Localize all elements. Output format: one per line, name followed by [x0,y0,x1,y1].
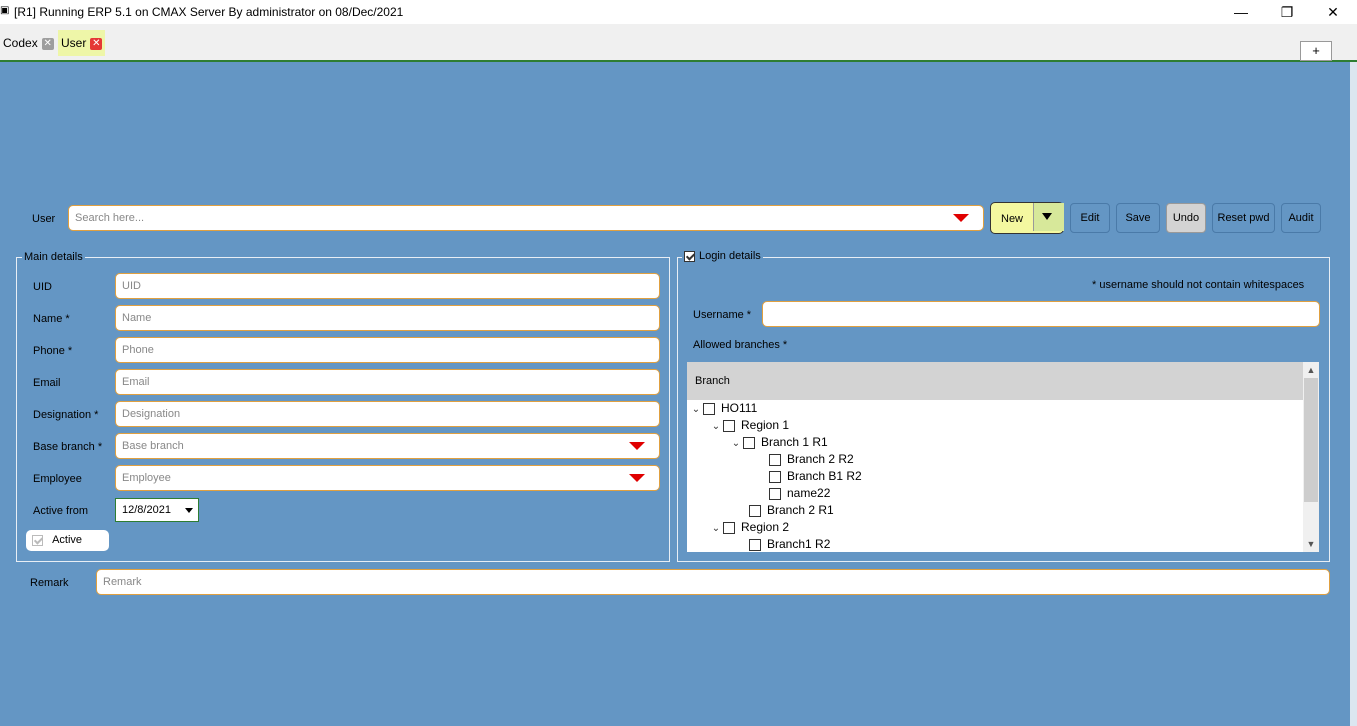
designation-input[interactable]: Designation [115,401,660,427]
tab-codex[interactable]: Codex ✕ [0,30,57,56]
tab-label: User [61,36,87,50]
tree-node-branch-2-r2[interactable]: Branch 2 R2 [769,451,854,468]
user-label: User [32,213,56,225]
close-tab-icon[interactable]: ✕ [41,37,54,50]
username-label: Username * [693,309,752,321]
designation-label: Designation * [33,409,99,421]
app-icon: ▣ [0,5,10,16]
tree-node-branch-1-r1[interactable]: ⌄ Branch 1 R1 [729,434,828,451]
scrollbar-thumb[interactable] [1304,378,1318,502]
dropdown-arrow-icon[interactable] [629,474,645,482]
user-search-input[interactable]: Search here... [68,205,984,231]
checkbox-icon[interactable] [769,487,781,500]
chevron-down-icon[interactable]: ⌄ [689,401,703,418]
tab-user[interactable]: User ✕ [58,30,106,56]
dropdown-arrow-icon[interactable] [629,442,645,450]
dropdown-arrow-icon[interactable] [953,214,969,222]
checkbox-icon[interactable] [749,538,761,551]
email-input[interactable]: Email [115,369,660,395]
active-from-label: Active from [33,505,89,517]
minimize-button[interactable]: — [1218,2,1264,22]
close-window-button[interactable]: ✕ [1310,2,1356,22]
checkbox-icon[interactable] [32,534,43,546]
branch-tree[interactable]: Branch ⌄ HO111 ⌄ Region 1 ⌄ Branch 1 R1 Bra… [687,362,1319,552]
phone-label: Phone * [33,345,73,357]
scroll-down-icon[interactable]: ▼ [1303,536,1319,552]
checkbox-icon[interactable] [723,521,735,534]
tree-node-branch-b1-r2[interactable]: Branch B1 R2 [769,468,862,485]
uid-label: UID [33,281,52,293]
add-tab-button[interactable]: + [1300,41,1332,61]
chevron-down-icon[interactable] [185,508,193,513]
tree-node-name22[interactable]: name22 [769,485,830,502]
login-details-checkbox[interactable] [684,250,695,262]
tree-scrollbar[interactable]: ▲ ▼ [1303,362,1319,552]
main-details-legend: Main details [22,251,85,263]
maximize-button[interactable]: ❐ [1264,2,1310,22]
checkbox-icon[interactable] [703,402,715,415]
username-note: * username should not contain whitespace… [1092,279,1305,291]
new-button[interactable]: New [990,202,1064,234]
tree-node-ho111[interactable]: ⌄ HO111 [689,400,757,417]
name-input[interactable]: Name [115,305,660,331]
title-bar: ▣ [R1] Running ERP 5.1 on CMAX Server By… [0,0,1357,24]
tree-node-branch-2-r1[interactable]: Branch 2 R1 [749,502,834,519]
undo-button[interactable]: Undo [1166,203,1206,233]
audit-button[interactable]: Audit [1281,203,1321,233]
chevron-down-icon[interactable] [1042,213,1052,220]
base-branch-select[interactable]: Base branch [115,433,660,459]
checkbox-icon[interactable] [749,504,761,517]
name-label: Name * [33,313,70,325]
page-scrollbar[interactable] [1350,62,1357,726]
username-input[interactable] [762,301,1320,327]
scroll-up-icon[interactable]: ▲ [1303,362,1319,378]
active-checkbox[interactable]: Active [26,530,109,551]
email-label: Email [33,377,61,389]
tree-node-branch1-r2[interactable]: Branch1 R2 [749,536,830,552]
active-from-date-picker[interactable]: 12/8/2021 [115,498,199,522]
window-title: [R1] Running ERP 5.1 on CMAX Server By a… [14,5,404,19]
chevron-down-icon[interactable]: ⌄ [709,418,723,435]
tab-strip: Codex ✕ User ✕ + [0,24,1357,62]
login-details-legend[interactable]: Login details [682,250,763,262]
save-button[interactable]: Save [1116,203,1160,233]
allowed-branches-label: Allowed branches * [693,339,788,351]
employee-label: Employee [33,473,82,485]
reset-pwd-button[interactable]: Reset pwd [1212,203,1275,233]
checkbox-icon[interactable] [723,419,735,432]
tab-label: Codex [3,36,38,50]
tree-column-header[interactable]: Branch [687,362,1303,400]
checkbox-icon[interactable] [743,436,755,449]
base-branch-label: Base branch * [33,441,103,453]
checkbox-icon[interactable] [769,470,781,483]
close-tab-icon[interactable]: ✕ [90,37,103,50]
tree-node-region-1[interactable]: ⌄ Region 1 [709,417,789,434]
employee-select[interactable]: Employee [115,465,660,491]
edit-button[interactable]: Edit [1070,203,1110,233]
tree-node-region-2[interactable]: ⌄ Region 2 [709,519,789,536]
remark-input[interactable]: Remark [96,569,1330,595]
uid-input[interactable]: UID [115,273,660,299]
chevron-down-icon[interactable]: ⌄ [729,435,743,452]
phone-input[interactable]: Phone [115,337,660,363]
remark-label: Remark [30,577,69,589]
chevron-down-icon[interactable]: ⌄ [709,520,723,537]
checkbox-icon[interactable] [769,453,781,466]
